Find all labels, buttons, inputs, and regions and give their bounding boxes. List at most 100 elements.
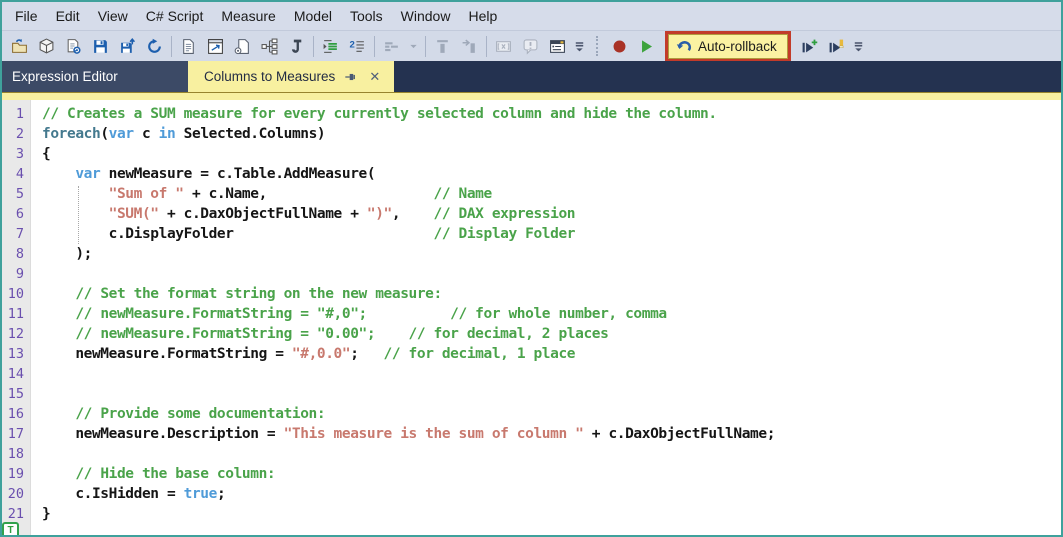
code-line: 8 ); bbox=[2, 244, 1061, 264]
code-editor[interactable]: 1 // Creates a SUM measure for every curr… bbox=[2, 100, 1061, 535]
form-editor-icon[interactable] bbox=[544, 34, 571, 59]
line-number: 4 bbox=[15, 166, 24, 182]
line-number: 14 bbox=[7, 366, 24, 382]
code-text: foreach(var c in Selected.Columns) bbox=[42, 126, 326, 142]
record-icon[interactable] bbox=[606, 34, 633, 59]
menu-item-help[interactable]: Help bbox=[459, 4, 506, 28]
overflow-chevron-icon[interactable] bbox=[850, 34, 867, 59]
line-number: 9 bbox=[15, 266, 24, 282]
auto-rollback-label: Auto-rollback bbox=[698, 38, 777, 54]
menu-item-c-script[interactable]: C# Script bbox=[137, 4, 213, 28]
code-line: 7 c.DisplayFolder // Display Folder bbox=[2, 224, 1061, 244]
close-icon[interactable]: ✕ bbox=[367, 69, 382, 84]
open-file-icon[interactable] bbox=[6, 34, 33, 59]
chevron-down-icon[interactable] bbox=[405, 34, 422, 59]
code-text: } bbox=[42, 506, 51, 522]
run-highlight-icon[interactable] bbox=[823, 34, 850, 59]
toolbar-separator bbox=[374, 35, 375, 57]
highlight-annotation-box: Auto-rollback bbox=[665, 30, 791, 62]
menu-bar: File Edit View C# Script Measure Model Tools Wi… bbox=[2, 2, 1061, 30]
tab-strip: Expression Editor Columns to Measures ✕ bbox=[2, 61, 1061, 92]
play-icon[interactable] bbox=[633, 34, 660, 59]
code-line: 12 // newMeasure.FormatString = "0.00"; … bbox=[2, 324, 1061, 344]
run-script-file-icon[interactable] bbox=[229, 34, 256, 59]
line-number: 6 bbox=[15, 206, 24, 222]
code-line: 19 // Hide the base column: bbox=[2, 464, 1061, 484]
menu-item-window[interactable]: Window bbox=[392, 4, 460, 28]
code-text: newMeasure.FormatString = "#,0.0"; // fo… bbox=[42, 346, 576, 362]
code-line: 1 // Creates a SUM measure for every curr… bbox=[2, 104, 1061, 124]
run-insert-icon[interactable] bbox=[796, 34, 823, 59]
measure-tools-icon[interactable] bbox=[378, 34, 405, 59]
save-icon[interactable] bbox=[87, 34, 114, 59]
code-text: // newMeasure.FormatString = "0.00"; // … bbox=[75, 326, 609, 342]
auto-rollback-button[interactable]: Auto-rollback bbox=[668, 33, 788, 59]
code-line: 18 bbox=[2, 444, 1061, 464]
line-number: 19 bbox=[7, 466, 24, 482]
save-as-icon[interactable] bbox=[114, 34, 141, 59]
active-tab-band bbox=[2, 92, 1061, 100]
code-line: 13 newMeasure.FormatString = "#,0.0"; //… bbox=[2, 344, 1061, 364]
line-number: 12 bbox=[7, 326, 24, 342]
code-line: 21} bbox=[2, 504, 1061, 524]
column-move-icon[interactable] bbox=[456, 34, 483, 59]
script-icon[interactable] bbox=[283, 34, 310, 59]
edit-window-icon[interactable] bbox=[202, 34, 229, 59]
line-number: 2 bbox=[15, 126, 24, 142]
line-number: 17 bbox=[7, 426, 24, 442]
svg-text:2: 2 bbox=[350, 39, 355, 50]
code-line: 16 // Provide some documentation: bbox=[2, 404, 1061, 424]
code-line: 2 foreach(var c in Selected.Columns) bbox=[2, 124, 1061, 144]
line-number: 11 bbox=[7, 306, 24, 322]
code-line: 9 bbox=[2, 264, 1061, 284]
hierarchy-icon[interactable] bbox=[256, 34, 283, 59]
menu-item-edit[interactable]: Edit bbox=[47, 4, 89, 28]
refresh-icon[interactable] bbox=[141, 34, 168, 59]
app-window: File Edit View C# Script Measure Model Tools Wi… bbox=[0, 0, 1063, 537]
line-number: 21 bbox=[7, 506, 24, 522]
code-text: "SUM(" + c.DaxObjectFullName + ")", // D… bbox=[108, 206, 576, 222]
overflow-chevron-icon[interactable] bbox=[571, 34, 588, 59]
open-database-icon[interactable] bbox=[33, 34, 60, 59]
refresh-metadata-icon[interactable] bbox=[60, 34, 87, 59]
menu-item-model[interactable]: Model bbox=[285, 4, 341, 28]
code-line: 4 var newMeasure = c.Table.AddMeasure( bbox=[2, 164, 1061, 184]
comment-warning-icon[interactable] bbox=[517, 34, 544, 59]
format-indent-icon[interactable] bbox=[317, 34, 344, 59]
line-number: 8 bbox=[15, 246, 24, 262]
line-number: 13 bbox=[7, 346, 24, 362]
code-text: // Set the format string on the new meas… bbox=[75, 286, 442, 302]
menu-item-view[interactable]: View bbox=[89, 4, 137, 28]
code-text: { bbox=[42, 146, 51, 162]
panel-title: Expression Editor bbox=[2, 61, 188, 92]
code-text: var newMeasure = c.Table.AddMeasure( bbox=[75, 166, 376, 182]
code-line: 14 bbox=[2, 364, 1061, 384]
tray-badge[interactable]: T bbox=[2, 522, 19, 535]
toolbar-separator bbox=[171, 35, 172, 57]
code-line: 20 c.IsHidden = true; bbox=[2, 484, 1061, 504]
code-line: 3{ bbox=[2, 144, 1061, 164]
code-lines: 1 // Creates a SUM measure for every curr… bbox=[2, 104, 1061, 524]
code-line: 5 "Sum of " + c.Name, // Name bbox=[2, 184, 1061, 204]
code-actions-icon[interactable] bbox=[490, 34, 517, 59]
pin-icon[interactable] bbox=[344, 70, 358, 84]
toolbar-separator bbox=[425, 35, 426, 57]
toolbar-grip bbox=[596, 36, 601, 56]
column-tools-icon[interactable] bbox=[429, 34, 456, 59]
code-text: // Hide the base column: bbox=[75, 466, 276, 482]
line-number: 10 bbox=[7, 286, 24, 302]
tab-columns-to-measures[interactable]: Columns to Measures ✕ bbox=[188, 61, 395, 92]
menu-item-measure[interactable]: Measure bbox=[212, 4, 284, 28]
menu-item-tools[interactable]: Tools bbox=[341, 4, 392, 28]
toolbar-separator bbox=[486, 35, 487, 57]
new-script-icon[interactable] bbox=[175, 34, 202, 59]
line-number: 15 bbox=[7, 386, 24, 402]
line-number: 20 bbox=[7, 486, 24, 502]
menu-item-file[interactable]: File bbox=[6, 4, 47, 28]
tab-strip-filler bbox=[394, 61, 1061, 92]
code-text: // Provide some documentation: bbox=[75, 406, 326, 422]
format-code-icon[interactable]: 2 bbox=[344, 34, 371, 59]
line-number: 5 bbox=[15, 186, 24, 202]
